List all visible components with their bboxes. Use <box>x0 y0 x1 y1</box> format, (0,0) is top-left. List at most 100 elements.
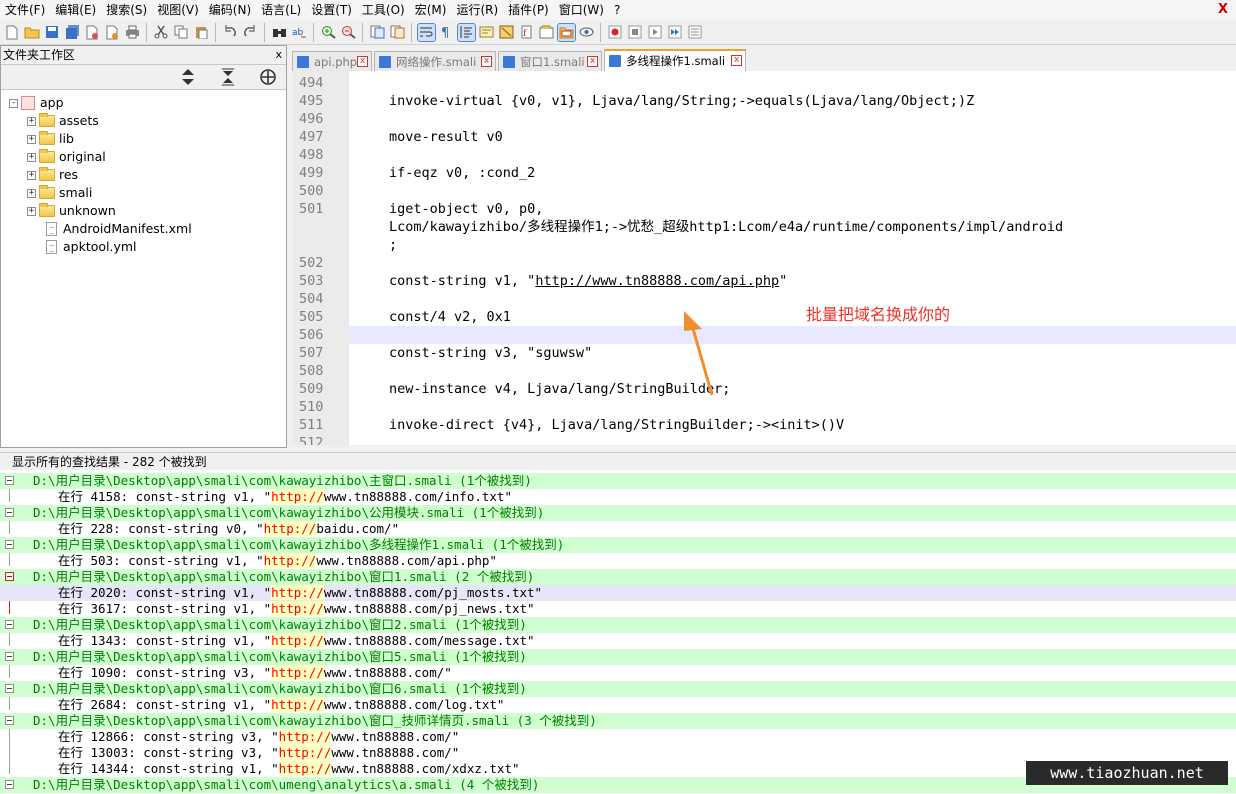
replace-icon[interactable]: ab <box>291 24 308 41</box>
cut-icon[interactable] <box>153 24 170 41</box>
fold-toggle-icon[interactable] <box>5 540 14 549</box>
result-file-row[interactable]: D:\用户目录\Desktop\app\smali\com\kawayizhib… <box>0 681 1236 697</box>
result-line-row[interactable]: 在行 1343: const-string v1, "http://www.tn… <box>0 633 1236 649</box>
result-line-row[interactable]: 在行 1090: const-string v3, "http://www.tn… <box>0 665 1236 681</box>
fold-toggle-icon[interactable] <box>5 476 14 485</box>
result-file-row[interactable]: D:\用户目录\Desktop\app\smali\com\kawayizhib… <box>0 505 1236 521</box>
tab-window1-smali[interactable]: 窗口1.smali x <box>498 51 602 71</box>
fold-toggle-icon[interactable] <box>5 652 14 661</box>
tab-close-icon[interactable]: x <box>357 56 368 67</box>
folder-workspace-icon[interactable] <box>556 22 576 42</box>
menu-encoding[interactable]: 编码(N) <box>204 0 256 20</box>
tree-node-original[interactable]: + original <box>27 148 106 166</box>
close-all-icon[interactable] <box>104 24 121 41</box>
result-file-row[interactable]: D:\用户目录\Desktop\app\smali\com\kawayizhib… <box>0 473 1236 489</box>
save-icon[interactable] <box>44 24 61 41</box>
menu-file[interactable]: 文件(F) <box>0 0 50 20</box>
save-all-icon[interactable] <box>64 24 81 41</box>
expander-icon[interactable]: + <box>27 152 36 162</box>
result-file-row[interactable]: D:\用户目录\Desktop\app\smali\com\kawayizhib… <box>0 569 1236 585</box>
collapse-all-icon[interactable] <box>219 68 237 86</box>
undo-icon[interactable] <box>222 24 239 41</box>
menu-macro[interactable]: 宏(M) <box>410 0 452 20</box>
tab-close-icon[interactable]: x <box>481 56 492 67</box>
show-all-chars-icon[interactable]: ¶ <box>438 24 455 41</box>
stop-macro-icon[interactable] <box>627 24 644 41</box>
result-line-row[interactable]: 在行 2684: const-string v1, "http://www.tn… <box>0 697 1236 713</box>
save-macro-icon[interactable] <box>687 24 704 41</box>
tree-node-unknown[interactable]: + unknown <box>27 202 116 220</box>
tab-multithread1-smali[interactable]: 多线程操作1.smali x <box>604 49 746 71</box>
indent-guide-icon[interactable] <box>456 22 476 42</box>
sync-vertical-icon[interactable] <box>369 24 386 41</box>
expander-icon[interactable]: + <box>27 206 36 216</box>
zoom-out-icon[interactable] <box>340 24 357 41</box>
menu-run[interactable]: 运行(R) <box>451 0 503 20</box>
expander-icon[interactable]: + <box>27 134 36 144</box>
result-line-row-selected[interactable]: 在行 2020: const-string v1, "http://www.tn… <box>0 585 1236 601</box>
menu-window[interactable]: 窗口(W) <box>554 0 609 20</box>
result-line-row[interactable]: 在行 228: const-string v0, "http://baidu.c… <box>0 521 1236 537</box>
locate-current-file-icon[interactable] <box>259 68 277 86</box>
user-language-icon[interactable] <box>478 24 495 41</box>
paste-icon[interactable] <box>193 24 210 41</box>
tree-node-lib[interactable]: + lib <box>27 130 74 148</box>
tab-network-smali[interactable]: 网络操作.smali x <box>374 51 496 71</box>
tree-node-smali[interactable]: + smali <box>27 184 92 202</box>
tab-close-icon[interactable]: x <box>731 55 742 66</box>
expander-icon[interactable]: + <box>27 170 36 180</box>
play-macro-icon[interactable] <box>647 24 664 41</box>
new-file-icon[interactable] <box>4 24 21 41</box>
result-file-row[interactable]: D:\用户目录\Desktop\app\smali\com\kawayizhib… <box>0 617 1236 633</box>
collapse-expand-icon[interactable] <box>179 68 197 86</box>
tree-node-apktool[interactable]: apktool.yml <box>46 238 137 256</box>
tree-node-androidmanifest[interactable]: AndroidManifest.xml <box>46 220 192 238</box>
find-icon[interactable] <box>271 24 288 41</box>
zoom-in-icon[interactable] <box>320 24 337 41</box>
menu-plugins[interactable]: 插件(P) <box>503 0 554 20</box>
run-macro-multiple-icon[interactable] <box>667 24 684 41</box>
expander-icon[interactable]: - <box>9 98 18 108</box>
close-file-icon[interactable] <box>84 24 101 41</box>
result-line-row[interactable]: 在行 12866: const-string v3, "http://www.t… <box>0 729 1236 745</box>
fold-toggle-icon[interactable] <box>5 780 14 789</box>
result-line-row[interactable]: 在行 4158: const-string v1, "http://www.tn… <box>0 489 1236 505</box>
tree-node-res[interactable]: + res <box>27 166 78 184</box>
expander-icon[interactable]: + <box>27 116 36 126</box>
fold-toggle-icon[interactable] <box>5 620 14 629</box>
panel-close-icon[interactable]: x <box>275 46 282 64</box>
tab-close-icon[interactable]: x <box>587 56 598 67</box>
record-macro-icon[interactable] <box>607 24 624 41</box>
open-file-icon[interactable] <box>24 24 41 41</box>
redo-icon[interactable] <box>242 24 259 41</box>
menu-settings[interactable]: 设置(T) <box>306 0 357 20</box>
menu-tools[interactable]: 工具(O) <box>357 0 410 20</box>
result-line-row[interactable]: 在行 503: const-string v1, "http://www.tn8… <box>0 553 1236 569</box>
result-file-row[interactable]: D:\用户目录\Desktop\app\smali\com\kawayizhib… <box>0 537 1236 553</box>
url-link[interactable]: http://www.tn88888.com/api.php <box>535 273 779 289</box>
document-list-icon[interactable] <box>538 24 555 41</box>
search-results-panel[interactable]: D:\用户目录\Desktop\app\smali\com\kawayizhib… <box>0 470 1236 794</box>
fold-toggle-icon[interactable] <box>5 684 14 693</box>
menu-help[interactable]: ? <box>609 0 625 20</box>
fold-toggle-icon[interactable] <box>5 508 14 517</box>
menu-search[interactable]: 搜索(S) <box>101 0 152 20</box>
tree-node-assets[interactable]: + assets <box>27 112 99 130</box>
menu-view[interactable]: 视图(V) <box>152 0 204 20</box>
result-file-row[interactable]: D:\用户目录\Desktop\app\smali\com\kawayizhib… <box>0 649 1236 665</box>
menu-language[interactable]: 语言(L) <box>256 0 306 20</box>
close-document-icon[interactable]: X <box>1218 2 1228 17</box>
fold-toggle-icon[interactable] <box>5 572 14 581</box>
word-wrap-icon[interactable] <box>416 22 436 42</box>
doc-map-icon[interactable] <box>498 24 515 41</box>
copy-icon[interactable] <box>173 24 190 41</box>
result-file-row[interactable]: D:\用户目录\Desktop\app\smali\com\kawayizhib… <box>0 713 1236 729</box>
expander-icon[interactable]: + <box>27 188 36 198</box>
result-line-row[interactable]: 在行 3617: const-string v1, "http://www.tn… <box>0 601 1236 617</box>
function-list-icon[interactable]: f <box>518 24 535 41</box>
tab-api-php[interactable]: api.php x <box>292 51 372 71</box>
result-line-row[interactable]: 在行 13003: const-string v3, "http://www.t… <box>0 745 1236 761</box>
sync-horizontal-icon[interactable] <box>389 24 406 41</box>
fold-toggle-icon[interactable] <box>5 716 14 725</box>
monitoring-icon[interactable] <box>578 24 595 41</box>
